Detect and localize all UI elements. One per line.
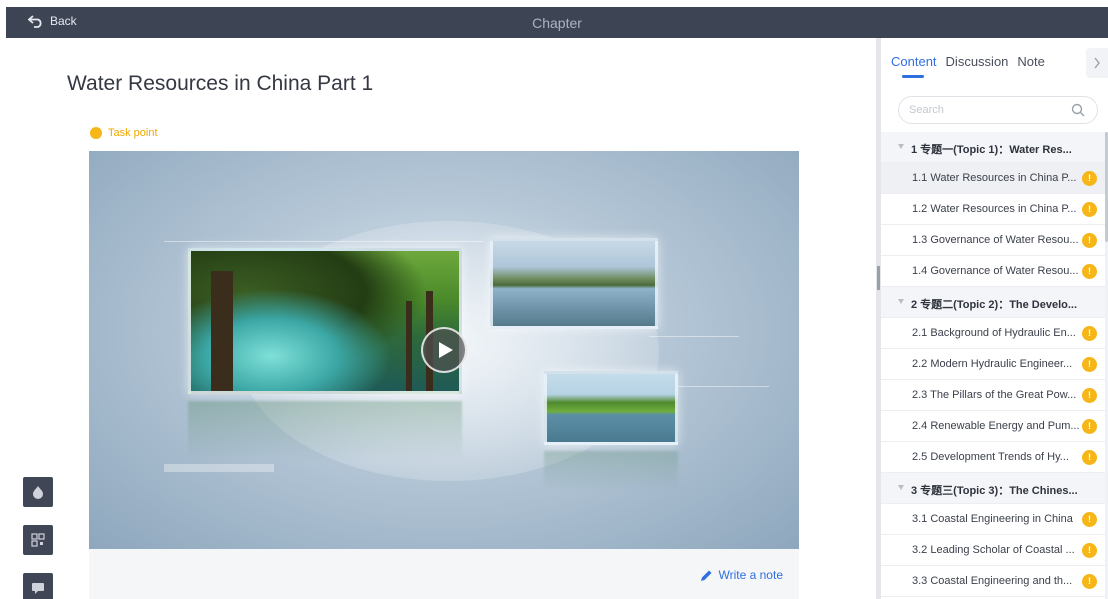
play-button[interactable] (421, 327, 467, 373)
toc-section-label: 1.3 Governance of Water Resou... (912, 234, 1079, 246)
qr-code-button[interactable] (23, 525, 53, 555)
chat-icon (32, 583, 44, 594)
toc-section-label: 1.1 Water Resources in China P... (912, 172, 1077, 184)
decor-line (164, 241, 484, 242)
task-point-icon (90, 127, 102, 139)
toc-chapter-label: 2 专题二(Topic 2)：The Develo... (911, 299, 1078, 311)
toc-chapter-label: 1 专题一(Topic 1)：Water Res... (911, 144, 1072, 156)
task-point-label: Task point (108, 127, 158, 139)
toc-section-row[interactable]: 2.4 Renewable Energy and Pum...! (881, 411, 1108, 442)
task-badge-icon: ! (1082, 512, 1097, 527)
toc-section-row[interactable]: 1.4 Governance of Water Resou...! (881, 256, 1108, 287)
task-point: Task point (90, 127, 158, 139)
play-icon (439, 342, 453, 358)
video-player[interactable] (89, 151, 799, 549)
task-badge-icon: ! (1082, 202, 1097, 217)
caret-down-icon[interactable] (898, 299, 904, 304)
toc-section-row[interactable]: 2.2 Modern Hydraulic Engineer...! (881, 349, 1108, 380)
caret-down-icon[interactable] (898, 485, 904, 490)
note-bar: Write a note (89, 549, 799, 599)
task-badge-icon: ! (1082, 388, 1097, 403)
tab-discussion[interactable]: Discussion (946, 54, 1009, 69)
task-badge-icon: ! (1082, 233, 1097, 248)
thumbnail-reflection (188, 401, 462, 461)
decor-line (649, 336, 739, 337)
tab-note[interactable]: Note (1017, 54, 1044, 69)
main-content: Water Resources in China Part 1 Task poi… (0, 38, 876, 599)
video-thumbnail-trees (544, 371, 678, 445)
task-badge-icon: ! (1082, 326, 1097, 341)
toc-section-row[interactable]: 3.2 Leading Scholar of Coastal ...! (881, 535, 1108, 566)
toc-section-row[interactable]: 1.2 Water Resources in China P...! (881, 194, 1108, 225)
chat-button[interactable] (23, 573, 53, 599)
side-panel: Content Discussion Note 1 专题一(Topic 1)：W… (881, 38, 1108, 599)
search-input[interactable] (909, 102, 1059, 118)
task-badge-icon: ! (1082, 419, 1097, 434)
qr-code-icon (31, 533, 45, 547)
video-thumbnail-lake (490, 238, 658, 329)
search-icon[interactable] (1071, 103, 1085, 117)
collapse-panel-button[interactable] (1086, 48, 1108, 78)
panel-tabs: Content Discussion Note (891, 54, 1045, 78)
toc-section-row[interactable]: 3.1 Coastal Engineering in China! (881, 504, 1108, 535)
toc-section-row[interactable]: 1.3 Governance of Water Resou...! (881, 225, 1108, 256)
toc-section-label: 3.1 Coastal Engineering in China (912, 513, 1073, 525)
tab-content[interactable]: Content (891, 54, 937, 78)
toc-chapter-row[interactable]: 3 专题三(Topic 3)：The Chines... (881, 473, 1108, 504)
toc-section-label: 2.4 Renewable Energy and Pum... (912, 420, 1080, 432)
toc-section-label: 2.3 The Pillars of the Great Pow... (912, 389, 1077, 401)
task-badge-icon: ! (1082, 543, 1097, 558)
toc-chapter-label: 3 专题三(Topic 3)：The Chines... (911, 485, 1078, 497)
toc-section-row[interactable]: 2.5 Development Trends of Hy...! (881, 442, 1108, 473)
toc-section-row[interactable]: 2.1 Background of Hydraulic En...! (881, 318, 1108, 349)
toc-section-row[interactable]: 2.3 The Pillars of the Great Pow...! (881, 380, 1108, 411)
pencil-icon (700, 570, 712, 581)
toc-section-label: 1.4 Governance of Water Resou... (912, 265, 1079, 277)
top-bar: Back Chapter (6, 7, 1108, 38)
task-badge-icon: ! (1082, 357, 1097, 372)
task-badge-icon: ! (1082, 450, 1097, 465)
chevron-right-icon (1094, 57, 1100, 69)
toc-chapter-row[interactable]: 1 专题一(Topic 1)：Water Res... (881, 132, 1108, 163)
write-note-button[interactable]: Write a note (700, 568, 783, 582)
toc-section-label: 2.1 Background of Hydraulic En... (912, 327, 1076, 339)
table-of-contents: 1 专题一(Topic 1)：Water Res... 1.1 Water Res… (881, 132, 1108, 597)
page-header-title: Chapter (532, 15, 582, 31)
thumbnail-reflection (544, 451, 678, 491)
task-badge-icon: ! (1082, 574, 1097, 589)
task-badge-icon: ! (1082, 264, 1097, 279)
video-thumbnail-forest (188, 248, 462, 394)
tree-trunk (406, 301, 412, 391)
tree-trunk (211, 271, 233, 391)
toc-section-label: 3.3 Coastal Engineering and th... (912, 575, 1073, 587)
decor-bar (164, 464, 274, 472)
write-note-label: Write a note (718, 568, 783, 582)
drop-button[interactable] (23, 477, 53, 507)
toc-section-label: 3.2 Leading Scholar of Coastal ... (912, 544, 1075, 556)
drop-icon (33, 486, 43, 499)
task-badge-icon: ! (1082, 171, 1097, 186)
page-title: Water Resources in China Part 1 (67, 72, 374, 95)
toc-section-label: 2.5 Development Trends of Hy... (912, 451, 1069, 463)
splitter-grip[interactable] (877, 266, 880, 290)
toc-section-row[interactable]: 3.3 Coastal Engineering and th...! (881, 566, 1108, 597)
caret-down-icon[interactable] (898, 144, 904, 149)
toc-section-row[interactable]: 1.1 Water Resources in China P...! (881, 163, 1108, 194)
toc-chapter-row[interactable]: 2 专题二(Topic 2)：The Develo... (881, 287, 1108, 318)
toc-section-label: 2.2 Modern Hydraulic Engineer... (912, 358, 1073, 370)
toc-section-label: 1.2 Water Resources in China P... (912, 203, 1077, 215)
search-box (898, 96, 1098, 124)
